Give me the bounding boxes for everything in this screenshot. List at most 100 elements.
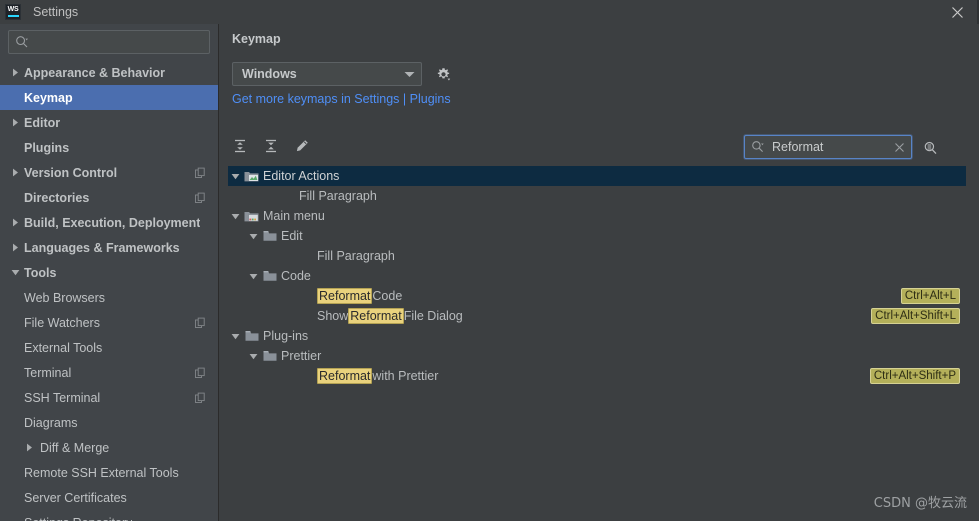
keymap-action-label: Edit <box>281 229 303 243</box>
search-match-highlight: Reformat <box>317 288 373 304</box>
keymap-action-label: Show Reformat File Dialog <box>317 308 463 324</box>
search-icon <box>15 35 29 49</box>
chevron-down-icon[interactable] <box>228 212 243 221</box>
window-titlebar: WS Settings <box>0 0 979 24</box>
sidebar-item-label: Plugins <box>24 140 70 155</box>
chevron-right-icon[interactable] <box>8 118 22 127</box>
search-match-highlight: Reformat <box>348 308 404 324</box>
sidebar-item-keymap[interactable]: Keymap <box>0 85 218 110</box>
chevron-right-icon[interactable] <box>8 218 22 227</box>
sidebar-item-label: File Watchers <box>24 315 100 330</box>
close-icon[interactable] <box>935 0 979 24</box>
keymap-tree-row[interactable]: Main menu <box>228 206 966 226</box>
sidebar-item-directories[interactable]: Directories <box>0 185 218 210</box>
search-match-highlight: Reformat <box>317 368 373 384</box>
sidebar-item-label: Terminal <box>24 365 72 380</box>
sidebar-item-label: Tools <box>24 265 57 280</box>
get-more-keymaps-link[interactable]: Get more keymaps in Settings | Plugins <box>232 92 451 106</box>
sidebar-item-label: Editor <box>24 115 61 130</box>
keyboard-shortcut-badge: Ctrl+Alt+Shift+P <box>869 368 960 384</box>
edit-pencil-icon[interactable] <box>290 134 314 158</box>
sidebar-item-label: Server Certificates <box>24 490 127 505</box>
sidebar-item-plugins[interactable]: Plugins <box>0 135 218 160</box>
find-by-shortcut-icon[interactable] <box>919 137 941 159</box>
keymap-action-label: Code <box>281 269 311 283</box>
search-input[interactable] <box>29 35 209 49</box>
sidebar-item-list: Appearance & Behavior Keymap Editor Plugins… <box>0 60 218 521</box>
keymap-tree-row[interactable]: Fill Paragraph <box>228 246 966 266</box>
keymap-tree-row[interactable]: Code <box>228 266 966 286</box>
folder-icon <box>261 270 278 282</box>
project-scope-icon <box>195 192 206 203</box>
page-title: Keymap <box>232 32 281 46</box>
keymap-scheme-value: Windows <box>242 67 297 81</box>
sidebar-item-diff-merge[interactable]: Diff & Merge <box>0 435 218 460</box>
keyboard-shortcut-badge: Ctrl+Alt+L <box>900 288 960 304</box>
keymap-find-field[interactable]: Reformat <box>744 135 912 159</box>
sidebar-item-file-watchers[interactable]: File Watchers <box>0 310 218 335</box>
keymap-tree-row[interactable]: Reformat with Prettier Ctrl+Alt+Shift+P <box>228 366 966 386</box>
sidebar-item-label: Directories <box>24 190 90 205</box>
sidebar-item-label: Build, Execution, Deployment <box>24 215 201 230</box>
gear-icon[interactable] <box>435 66 452 83</box>
label-prefix: Show <box>317 309 349 323</box>
chevron-down-icon[interactable] <box>228 172 243 181</box>
sidebar-item-terminal[interactable]: Terminal <box>0 360 218 385</box>
sidebar-item-label: External Tools <box>24 340 103 355</box>
sidebar-item-label: Appearance & Behavior <box>24 65 166 80</box>
sidebar-item-languages-frameworks[interactable]: Languages & Frameworks <box>0 235 218 260</box>
sidebar-item-label: Version Control <box>24 165 118 180</box>
keymap-action-label: Reformat Code <box>317 288 402 304</box>
keymap-tree-row[interactable]: Show Reformat File Dialog Ctrl+Alt+Shift+… <box>228 306 966 326</box>
keymap-tree-row[interactable]: Edit <box>228 226 966 246</box>
sidebar-item-settings-repository[interactable]: Settings Repository <box>0 510 218 521</box>
folder-icon <box>261 230 278 242</box>
sidebar-item-label: Diff & Merge <box>40 440 110 455</box>
keymap-tree-row[interactable]: Prettier <box>228 346 966 366</box>
keymap-tree-row[interactable]: Reformat Code Ctrl+Alt+L <box>228 286 966 306</box>
chevron-down-icon[interactable] <box>246 232 261 241</box>
keymap-tree-row[interactable]: Plug-ins <box>228 326 966 346</box>
keymap-tree-row[interactable]: Fill Paragraph <box>228 186 966 206</box>
chevron-right-icon[interactable] <box>8 68 22 77</box>
clear-icon[interactable] <box>894 142 905 153</box>
sidebar-item-label: Languages & Frameworks <box>24 240 180 255</box>
sidebar-item-tools[interactable]: Tools <box>0 260 218 285</box>
keymap-action-tree[interactable]: Editor Actions Fill Paragraph Main menu Edi… <box>228 166 966 514</box>
chevron-right-icon[interactable] <box>8 243 22 252</box>
sidebar-item-version-control[interactable]: Version Control <box>0 160 218 185</box>
settings-sidebar: Appearance & Behavior Keymap Editor Plugins… <box>0 24 219 521</box>
keymap-action-label: Prettier <box>281 349 322 363</box>
chevron-down-icon[interactable] <box>228 332 243 341</box>
keymap-action-label: Plug-ins <box>263 329 309 343</box>
project-scope-icon <box>195 367 206 378</box>
webstorm-logo-icon: WS <box>5 4 21 20</box>
expand-all-icon[interactable] <box>228 134 252 158</box>
editor-actions-icon <box>243 170 260 183</box>
sidebar-item-ssh-terminal[interactable]: SSH Terminal <box>0 385 218 410</box>
sidebar-item-editor[interactable]: Editor <box>0 110 218 135</box>
folder-icon <box>243 330 260 342</box>
collapse-all-icon[interactable] <box>259 134 283 158</box>
chevron-down-icon[interactable] <box>246 352 261 361</box>
sidebar-item-web-browsers[interactable]: Web Browsers <box>0 285 218 310</box>
sidebar-item-external-tools[interactable]: External Tools <box>0 335 218 360</box>
project-scope-icon <box>195 167 206 178</box>
sidebar-item-diagrams[interactable]: Diagrams <box>0 410 218 435</box>
label-suffix: Code <box>372 289 403 303</box>
chevron-down-icon[interactable] <box>246 272 261 281</box>
chevron-right-icon[interactable] <box>22 443 36 452</box>
keymap-panel: Keymap Windows Get more keymaps in Setti… <box>220 24 979 521</box>
sidebar-item-build-execution-deployment[interactable]: Build, Execution, Deployment <box>0 210 218 235</box>
sidebar-item-appearance-behavior[interactable]: Appearance & Behavior <box>0 60 218 85</box>
settings-search-field[interactable] <box>8 30 210 54</box>
label-suffix: File Dialog <box>403 309 463 323</box>
sidebar-item-remote-ssh-external-tools[interactable]: Remote SSH External Tools <box>0 460 218 485</box>
chevron-right-icon[interactable] <box>8 168 22 177</box>
sidebar-item-server-certificates[interactable]: Server Certificates <box>0 485 218 510</box>
sidebar-item-label: Remote SSH External Tools <box>24 465 179 480</box>
keymap-tree-row[interactable]: Editor Actions <box>228 166 966 186</box>
sidebar-item-label: Settings Repository <box>24 516 132 521</box>
chevron-down-icon[interactable] <box>8 268 22 277</box>
keymap-scheme-select[interactable]: Windows <box>232 62 422 86</box>
